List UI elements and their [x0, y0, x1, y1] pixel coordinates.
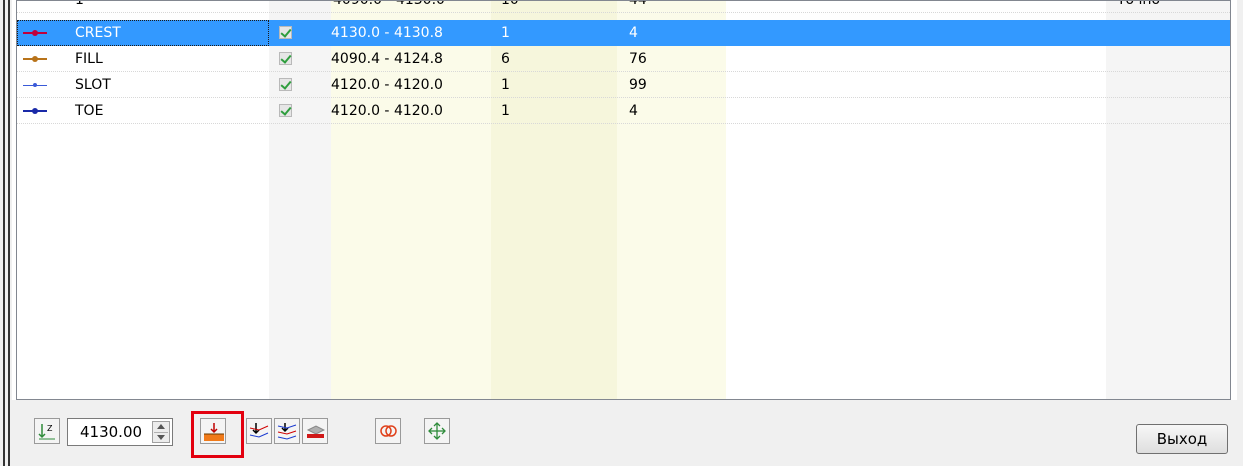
drop-between-button[interactable]	[274, 418, 300, 444]
sort-z-button[interactable]: Z	[34, 418, 60, 444]
table-row-toe[interactable]: TOE 4120.0 - 4120.0 1 4	[17, 98, 1230, 124]
visibility-checkbox[interactable]	[279, 26, 292, 39]
border-line	[8, 0, 10, 466]
row-separator	[17, 12, 1230, 13]
table-row-slot[interactable]: SLOT 4120.0 - 4120.0 1 99	[17, 72, 1230, 98]
window-right-border	[1237, 0, 1243, 466]
sort-z-icon: Z	[38, 424, 55, 440]
drop-below-icon	[249, 423, 269, 438]
elevation-spinner[interactable]	[152, 421, 170, 443]
highlight-frame	[191, 411, 244, 458]
string-count: 1	[501, 25, 510, 41]
point-count: 76	[629, 51, 647, 67]
strings-grid[interactable]: 1 4090.0 - 4130.0 10 44 Точно CREST 4130…	[16, 0, 1231, 400]
table-row-partial[interactable]: 1 4090.0 - 4130.0 10 44 Точно	[17, 1, 1230, 13]
visibility-checkbox[interactable]	[279, 78, 292, 91]
string-name: TOE	[75, 103, 104, 119]
spin-divider	[154, 432, 168, 433]
table-row-crest[interactable]: CREST 4130.0 - 4130.8 1 4	[17, 20, 1230, 46]
drape-surface-icon	[306, 425, 325, 438]
point-count: 4	[629, 25, 638, 41]
string-count: 6	[501, 51, 510, 67]
table-row-fill[interactable]: FILL 4090.4 - 4124.8 6 76	[17, 46, 1230, 72]
drop-below-button[interactable]	[246, 418, 272, 444]
elevation-range: 4120.0 - 4120.0	[331, 77, 443, 93]
line-style-icon	[23, 108, 47, 114]
elevation-range: 4120.0 - 4120.0	[331, 103, 443, 119]
string-name: FILL	[75, 51, 103, 67]
spin-up-icon[interactable]	[157, 424, 165, 429]
string-name: SLOT	[75, 77, 111, 93]
selection-focus-box	[17, 20, 269, 46]
visibility-checkbox[interactable]	[279, 52, 292, 65]
string-count: 1	[501, 103, 510, 119]
border-line	[3, 0, 5, 466]
spin-down-icon[interactable]	[157, 435, 165, 440]
elevation-range: 4130.0 - 4130.8	[331, 25, 443, 41]
line-style-icon	[23, 56, 47, 62]
move-button[interactable]	[424, 418, 450, 444]
string-count: 1	[501, 77, 510, 93]
exit-button[interactable]: Выход	[1136, 424, 1228, 454]
window-left-border	[0, 0, 12, 466]
point-count: 4	[629, 103, 638, 119]
elevation-range: 4090.4 - 4124.8	[331, 51, 443, 67]
line-marker	[33, 83, 37, 87]
elevation-stepper[interactable]: 4130.00	[67, 418, 173, 446]
point-count: 99	[629, 77, 647, 93]
drape-surface-button[interactable]	[302, 418, 328, 444]
move-arrows-icon	[428, 422, 446, 440]
row-separator	[17, 123, 1230, 124]
line-style-icon	[23, 83, 47, 87]
intersect-icon	[380, 425, 397, 437]
line-marker	[32, 56, 38, 62]
elevation-value[interactable]: 4130.00	[80, 419, 142, 445]
svg-text:Z: Z	[47, 424, 53, 433]
line-marker	[32, 108, 38, 114]
visibility-checkbox[interactable]	[279, 104, 292, 117]
drop-between-icon	[277, 423, 297, 440]
intersect-button[interactable]	[375, 418, 401, 444]
